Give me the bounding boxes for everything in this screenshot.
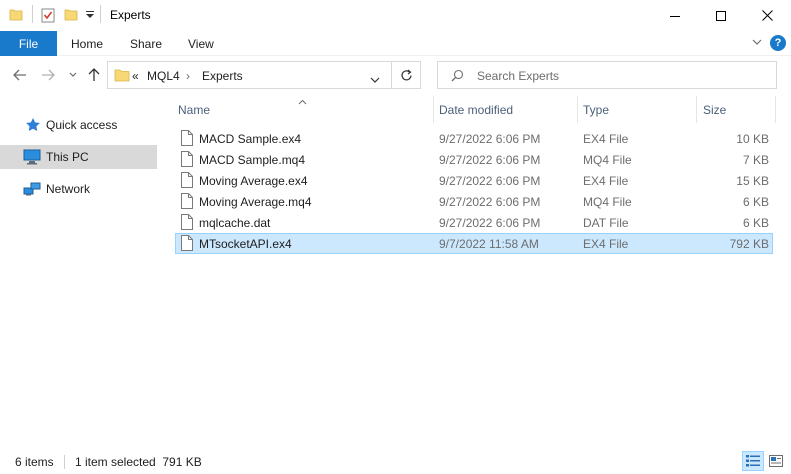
column-header-name[interactable]: Name bbox=[178, 96, 431, 123]
expand-ribbon-icon[interactable] bbox=[751, 36, 763, 51]
new-folder-icon[interactable] bbox=[64, 7, 78, 24]
minimize-button[interactable] bbox=[652, 0, 698, 31]
file-date: 9/27/2022 6:06 PM bbox=[439, 132, 541, 146]
refresh-icon bbox=[400, 69, 412, 80]
details-view-icon bbox=[746, 455, 760, 467]
file-type: DAT File bbox=[583, 216, 629, 230]
navpane-this-pc[interactable]: This PC bbox=[0, 145, 157, 169]
toolbar-divider bbox=[32, 5, 33, 23]
status-item-count: 6 items bbox=[15, 455, 54, 469]
search-placeholder: Search Experts bbox=[477, 69, 560, 83]
recent-locations-icon[interactable] bbox=[66, 64, 80, 86]
breadcrumb-separator[interactable]: › bbox=[186, 69, 190, 83]
file-name: MTsocketAPI.ex4 bbox=[199, 237, 292, 251]
search-input[interactable]: Search Experts bbox=[437, 61, 777, 89]
refresh-button[interactable] bbox=[392, 61, 421, 89]
navpane-label: Network bbox=[46, 182, 91, 196]
file-date: 9/7/2022 11:58 AM bbox=[439, 237, 539, 251]
column-divider[interactable] bbox=[775, 96, 776, 123]
close-button[interactable] bbox=[744, 0, 790, 31]
toolbar-divider bbox=[100, 5, 101, 23]
status-selection: 1 item selected 791 KB bbox=[75, 455, 202, 469]
file-date: 9/27/2022 6:06 PM bbox=[439, 174, 541, 188]
file-icon bbox=[180, 193, 194, 212]
file-size: 792 KB bbox=[729, 237, 769, 251]
address-bar[interactable]: « MQL4 › Experts bbox=[107, 61, 392, 89]
file-date: 9/27/2022 6:06 PM bbox=[439, 195, 541, 209]
file-row[interactable]: Moving Average.mq4 9/27/2022 6:06 PM MQ4… bbox=[175, 191, 773, 212]
file-type: MQ4 File bbox=[583, 195, 632, 209]
up-button[interactable] bbox=[84, 64, 104, 86]
tab-home[interactable]: Home bbox=[71, 31, 103, 56]
file-icon bbox=[180, 214, 194, 233]
file-size: 7 KB bbox=[742, 153, 769, 167]
file-icon bbox=[180, 172, 194, 191]
file-icon bbox=[180, 235, 194, 254]
file-name: Moving Average.mq4 bbox=[199, 195, 312, 209]
column-divider[interactable] bbox=[696, 96, 697, 123]
computer-icon bbox=[23, 149, 41, 168]
file-type: EX4 File bbox=[583, 132, 629, 146]
file-icon bbox=[180, 130, 194, 149]
tab-view[interactable]: View bbox=[188, 31, 214, 56]
address-dropdown-icon[interactable] bbox=[370, 72, 380, 86]
breadcrumb-mql4[interactable]: MQL4 bbox=[147, 69, 180, 83]
file-type: MQ4 File bbox=[583, 153, 632, 167]
file-date: 9/27/2022 6:06 PM bbox=[439, 153, 541, 167]
file-name: MACD Sample.ex4 bbox=[199, 132, 302, 146]
forward-button[interactable] bbox=[38, 64, 58, 86]
title-bar: Experts bbox=[0, 0, 791, 31]
file-size: 10 KB bbox=[736, 132, 769, 146]
navpane-network[interactable]: Network bbox=[0, 177, 157, 201]
details-view-button[interactable] bbox=[742, 451, 764, 471]
network-icon bbox=[23, 181, 41, 200]
file-row[interactable]: Moving Average.ex4 9/27/2022 6:06 PM EX4… bbox=[175, 170, 773, 191]
tab-file[interactable]: File bbox=[0, 31, 57, 56]
file-size: 15 KB bbox=[736, 174, 769, 188]
tab-share[interactable]: Share bbox=[130, 31, 162, 56]
breadcrumb-experts[interactable]: Experts bbox=[202, 69, 243, 83]
column-divider[interactable] bbox=[577, 96, 578, 123]
back-button[interactable] bbox=[10, 64, 30, 86]
file-type: EX4 File bbox=[583, 237, 629, 251]
file-icon bbox=[180, 151, 194, 170]
large-icons-view-button[interactable] bbox=[765, 451, 787, 471]
customize-quick-access-icon[interactable] bbox=[86, 9, 94, 23]
folder-icon bbox=[114, 67, 130, 86]
column-header-date[interactable]: Date modified bbox=[439, 96, 574, 123]
status-divider bbox=[64, 455, 65, 469]
search-icon bbox=[451, 69, 464, 85]
file-row[interactable]: mqlcache.dat 9/27/2022 6:06 PM DAT File … bbox=[175, 212, 773, 233]
file-name: MACD Sample.mq4 bbox=[199, 153, 306, 167]
navpane-label: This PC bbox=[46, 150, 89, 164]
file-size: 6 KB bbox=[742, 195, 769, 209]
file-row[interactable]: MACD Sample.ex4 9/27/2022 6:06 PM EX4 Fi… bbox=[175, 128, 773, 149]
file-name: Moving Average.ex4 bbox=[199, 174, 308, 188]
file-row-selected[interactable]: MTsocketAPI.ex4 9/7/2022 11:58 AM EX4 Fi… bbox=[175, 233, 773, 254]
folder-icon bbox=[9, 7, 23, 24]
star-icon bbox=[25, 117, 41, 136]
column-divider[interactable] bbox=[433, 96, 434, 123]
file-date: 9/27/2022 6:06 PM bbox=[439, 216, 541, 230]
window-title: Experts bbox=[110, 8, 151, 22]
large-icons-view-icon bbox=[769, 455, 783, 467]
file-size: 6 KB bbox=[742, 216, 769, 230]
help-icon[interactable]: ? bbox=[770, 35, 786, 51]
column-header-type[interactable]: Type bbox=[583, 96, 693, 123]
properties-icon[interactable] bbox=[41, 7, 55, 26]
breadcrumb-overflow[interactable]: « bbox=[132, 69, 139, 83]
ribbon: File Home Share View ? bbox=[0, 31, 791, 56]
file-name: mqlcache.dat bbox=[199, 216, 271, 230]
maximize-button[interactable] bbox=[698, 0, 744, 31]
file-type: EX4 File bbox=[583, 174, 629, 188]
navpane-quick-access[interactable]: Quick access bbox=[0, 113, 157, 137]
file-row[interactable]: MACD Sample.mq4 9/27/2022 6:06 PM MQ4 Fi… bbox=[175, 149, 773, 170]
column-header-size[interactable]: Size bbox=[703, 96, 773, 123]
navpane-label: Quick access bbox=[46, 118, 118, 132]
